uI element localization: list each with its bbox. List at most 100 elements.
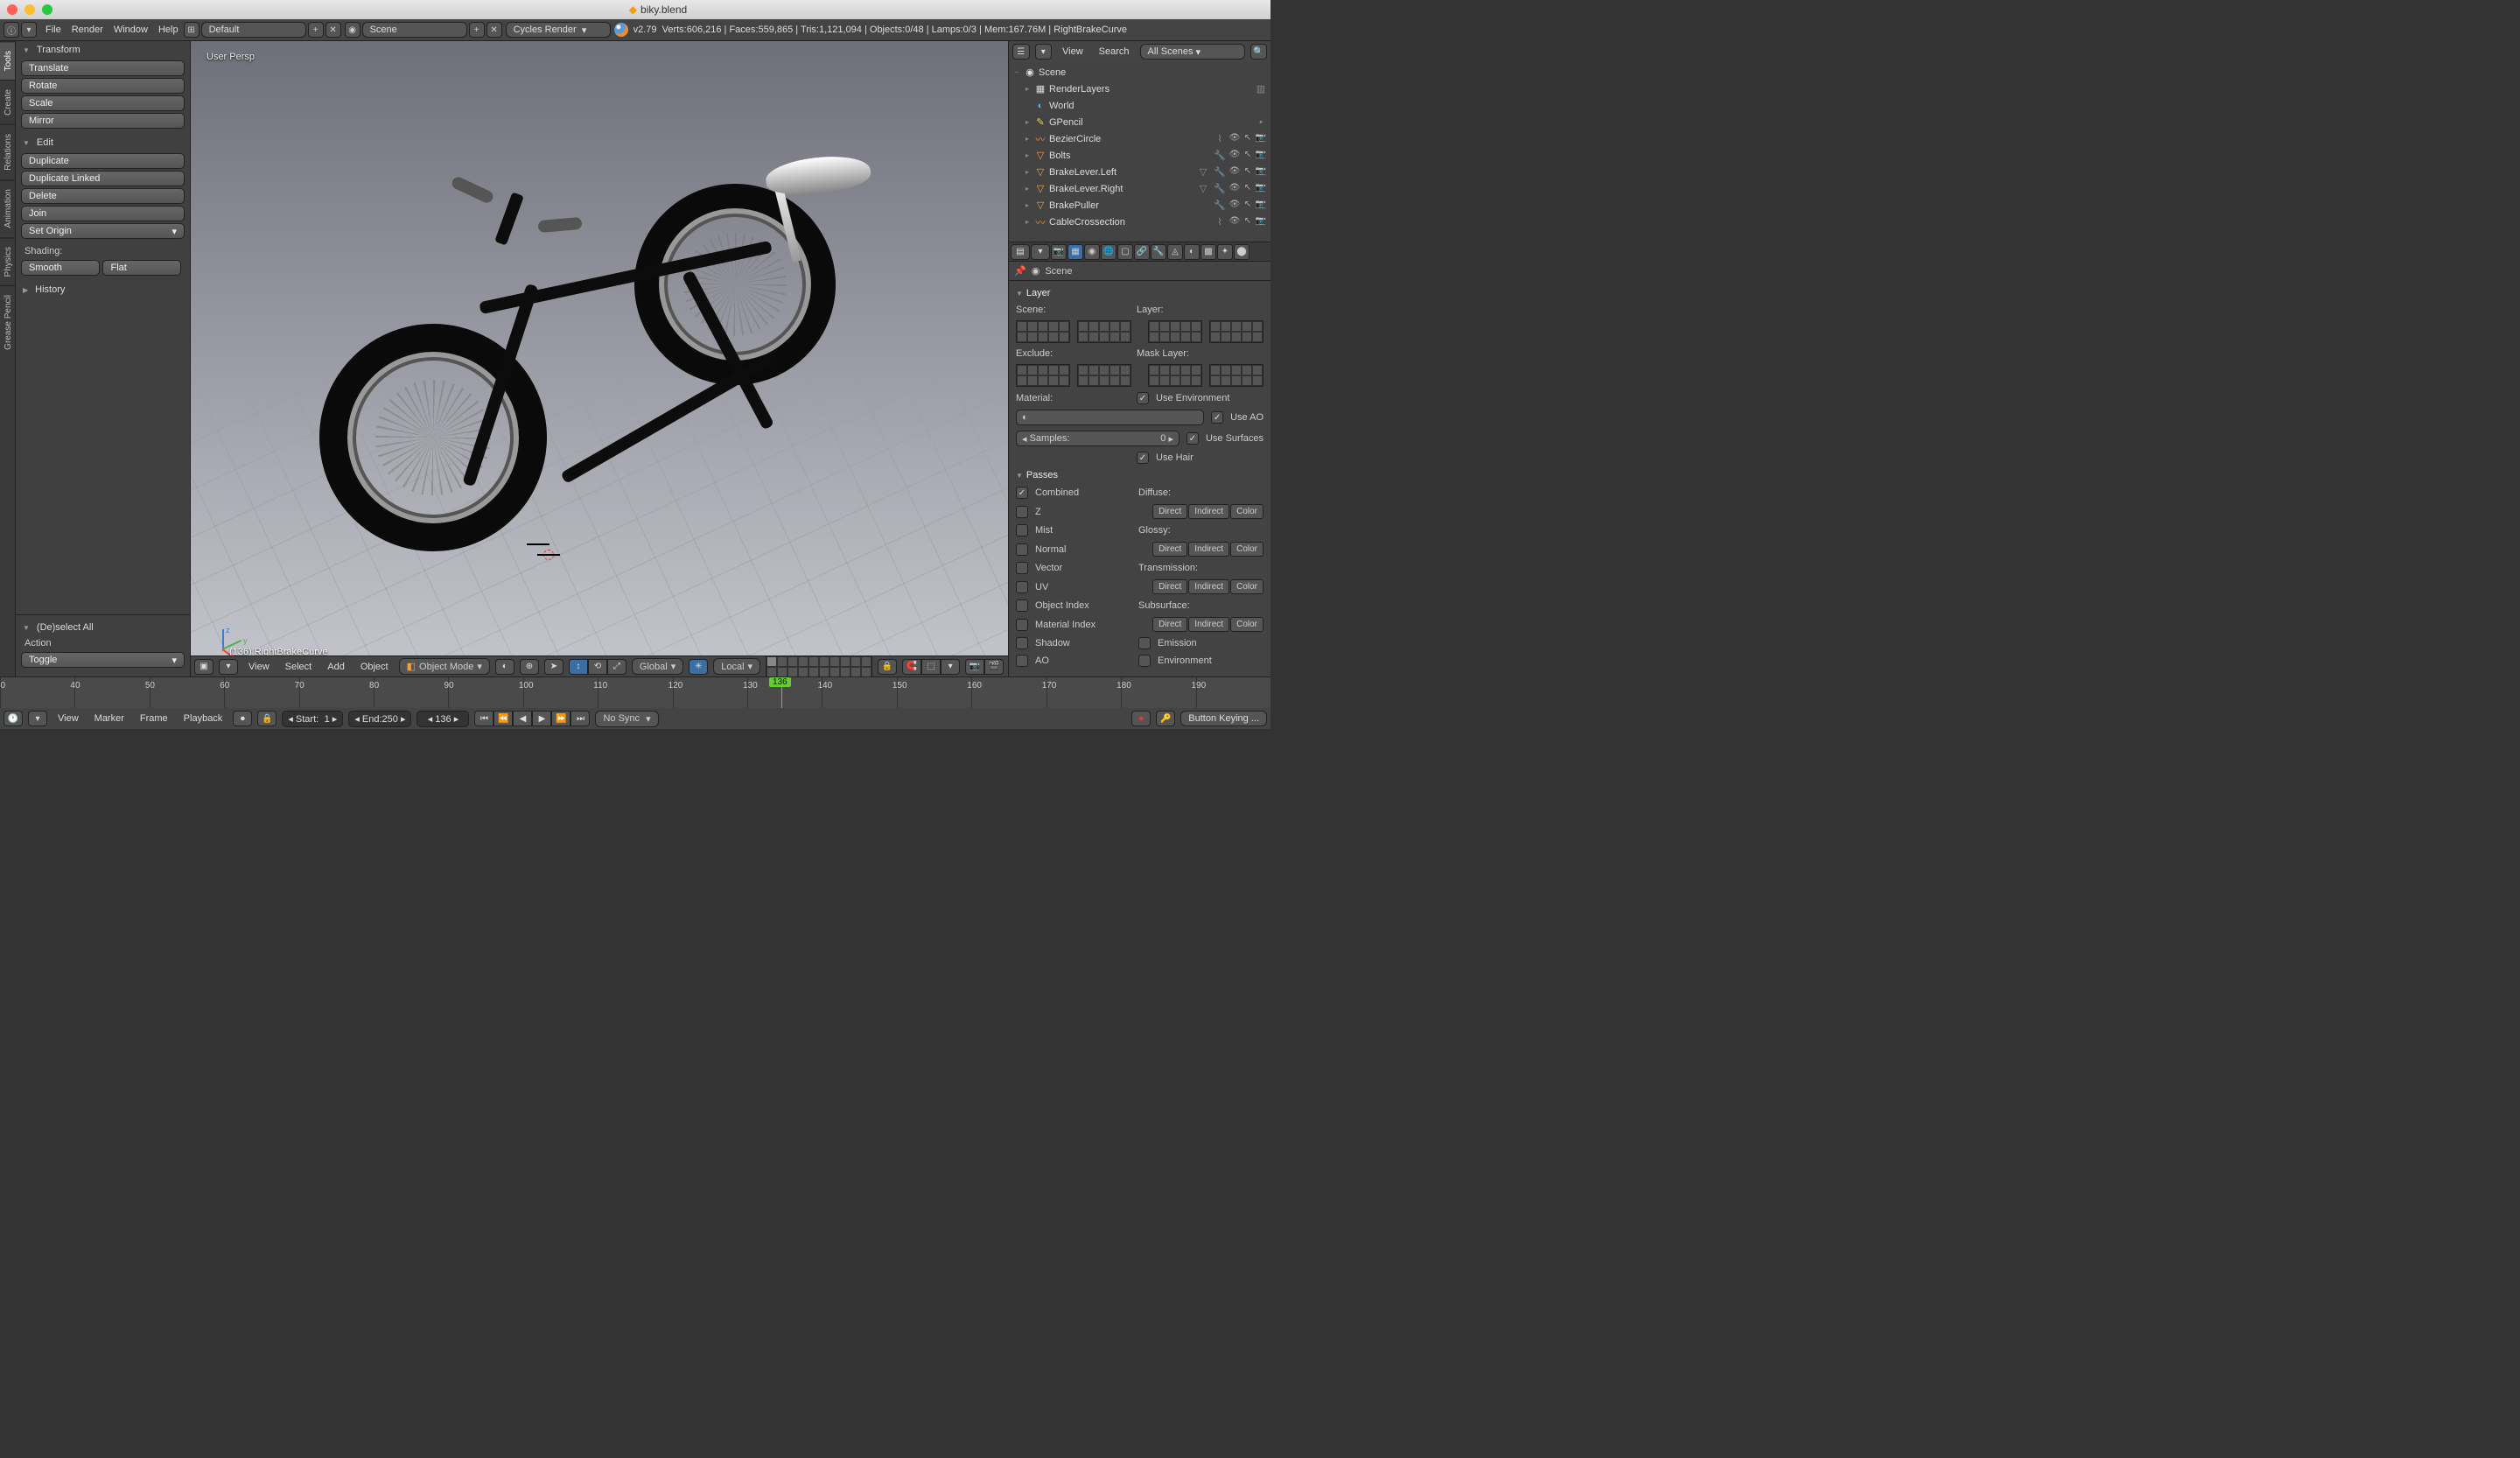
tl-menu-playback[interactable]: Playback xyxy=(178,713,228,724)
scene-dropdown[interactable]: Scene xyxy=(362,22,467,38)
record-icon[interactable]: ⏺ xyxy=(1131,711,1151,726)
transform-orientation-dropdown[interactable]: Global▾ xyxy=(632,658,683,675)
manipulator-toggle-icon[interactable]: ➤ xyxy=(544,659,564,675)
tab-render-icon[interactable]: 📷 xyxy=(1051,244,1067,260)
screen-layout-browse-icon[interactable]: ⊞ xyxy=(184,22,200,38)
object-name[interactable]: Scene xyxy=(1039,67,1267,78)
object-name[interactable]: RenderLayers xyxy=(1049,84,1250,95)
action-toggle-dropdown[interactable]: Toggle▾ xyxy=(21,652,185,668)
start-frame-field[interactable]: ◂ Start:1 ▸ xyxy=(282,711,343,727)
scene-browse-icon[interactable]: ◉ xyxy=(345,22,360,38)
visibility-icon[interactable]: 👁 xyxy=(1228,216,1241,228)
selectable-icon[interactable]: ↖ xyxy=(1242,166,1254,179)
shade-smooth-button[interactable]: Smooth xyxy=(21,260,100,276)
props-editor-type-icon[interactable]: ▤ xyxy=(1011,244,1030,260)
jump-end-icon[interactable]: ⏭ xyxy=(570,711,590,726)
props-collapse-icon[interactable]: ▾ xyxy=(1031,244,1050,260)
visibility-icon[interactable]: 👁 xyxy=(1228,166,1241,179)
vp-menu-view[interactable]: View xyxy=(243,662,275,672)
manip-scale-icon[interactable]: ⤢ xyxy=(607,659,626,675)
pass-checkbox[interactable] xyxy=(1016,655,1028,667)
pass-component-button[interactable]: Color xyxy=(1230,579,1264,594)
sync-mode-dropdown[interactable]: No Sync ▾ xyxy=(595,711,658,727)
tl-menu-marker[interactable]: Marker xyxy=(89,713,130,724)
outliner-row[interactable]: ▸ ▦ RenderLayers ▥ xyxy=(1009,81,1270,97)
screen-layout-dropdown[interactable]: Default xyxy=(201,22,306,38)
viewport-collapse-menus-icon[interactable]: ▾ xyxy=(219,659,238,675)
add-scene-icon[interactable]: + xyxy=(469,22,485,38)
pass-checkbox[interactable] xyxy=(1016,599,1028,612)
object-name[interactable]: BrakeLever.Right xyxy=(1049,184,1193,194)
material-override-field[interactable]: ◐ xyxy=(1016,410,1204,425)
expand-icon[interactable]: ▸ xyxy=(1023,151,1032,159)
outliner-tree[interactable]: − ◉ Scene ▸ ▦ RenderLayers ▥ ◐ World ▸ ✎… xyxy=(1009,62,1270,242)
exclude-grid-b[interactable] xyxy=(1077,364,1131,387)
mask-grid-b[interactable] xyxy=(1209,364,1264,387)
window-controls[interactable] xyxy=(7,4,52,15)
object-name[interactable]: BrakePuller xyxy=(1049,200,1209,211)
pass-component-button[interactable]: Indirect xyxy=(1188,579,1229,594)
renderable-icon[interactable]: 📷 xyxy=(1255,150,1267,162)
object-name[interactable]: Bolts xyxy=(1049,151,1209,161)
tab-data-icon[interactable]: ◬ xyxy=(1167,244,1183,260)
pass-component-button[interactable]: Color xyxy=(1230,542,1264,557)
outliner-search-icon[interactable]: 🔍 xyxy=(1250,44,1268,60)
tab-material-icon[interactable]: ◐ xyxy=(1184,244,1200,260)
editor-type-icon[interactable]: ⓘ xyxy=(4,22,19,38)
expand-icon[interactable]: ▸ xyxy=(1023,85,1032,93)
menu-help[interactable]: Help xyxy=(153,25,184,35)
renderable-icon[interactable]: 📷 xyxy=(1255,216,1267,228)
delete-button[interactable]: Delete xyxy=(21,188,185,204)
scene-layers-grid-b[interactable] xyxy=(1077,320,1131,343)
outliner-row[interactable]: ▸ ▽ BrakeLever.Right ▽ 🔧 👁 ↖ 📷 xyxy=(1009,180,1270,197)
pass-checkbox[interactable] xyxy=(1016,637,1028,649)
scene-layers-grid-a[interactable] xyxy=(1016,320,1070,343)
manip-translate-icon[interactable]: ↕ xyxy=(569,659,588,675)
set-origin-dropdown[interactable]: Set Origin▾ xyxy=(21,223,185,239)
pass-component-button[interactable]: Indirect xyxy=(1188,617,1229,632)
pin-icon[interactable]: 📌 xyxy=(1014,265,1026,277)
add-layout-icon[interactable]: + xyxy=(308,22,324,38)
outliner-row[interactable]: ▸ ▽ BrakeLever.Left ▽ 🔧 👁 ↖ 📷 xyxy=(1009,164,1270,180)
menu-render[interactable]: Render xyxy=(66,25,108,35)
shading-mode-icon[interactable]: ◐ xyxy=(495,659,514,675)
zoom-window-icon[interactable] xyxy=(42,4,52,15)
tab-render-layers-icon[interactable]: ▦ xyxy=(1068,244,1083,260)
pass-component-button[interactable]: Direct xyxy=(1152,617,1187,632)
expand-icon[interactable]: ▸ xyxy=(1023,168,1032,176)
outliner-row[interactable]: ▸ ▽ Bolts 🔧 👁 ↖ 📷 xyxy=(1009,147,1270,164)
delete-layout-icon[interactable]: ✕ xyxy=(326,22,341,38)
close-window-icon[interactable] xyxy=(7,4,18,15)
vtab-relations[interactable]: Relations xyxy=(0,124,15,179)
vtab-create[interactable]: Create xyxy=(0,80,15,124)
keyframe-type-icon[interactable]: 🔒 xyxy=(257,711,276,726)
use-environment-checkbox[interactable] xyxy=(1137,392,1149,404)
panel-history-header[interactable]: History xyxy=(16,281,190,298)
expand-icon[interactable]: − xyxy=(1012,68,1021,76)
object-name[interactable]: BezierCircle xyxy=(1049,134,1209,144)
mirror-button[interactable]: Mirror xyxy=(21,113,185,129)
keyframe-next-icon[interactable]: ⏩ xyxy=(551,711,570,726)
join-button[interactable]: Join xyxy=(21,206,185,221)
duplicate-linked-button[interactable]: Duplicate Linked xyxy=(21,171,185,186)
visibility-icon[interactable]: 👁 xyxy=(1228,133,1241,145)
timeline-ruler[interactable]: 3040506070809010011012013014015016017018… xyxy=(0,677,1270,708)
passes-panel-header[interactable]: Passes xyxy=(1016,466,1264,484)
timeline-collapse-icon[interactable]: ▾ xyxy=(28,711,47,726)
keyframe-prev-icon[interactable]: ⏪ xyxy=(494,711,513,726)
snap-toggle-icon[interactable]: 🧲 xyxy=(902,659,921,675)
use-surfaces-checkbox[interactable] xyxy=(1186,432,1199,445)
use-ao-checkbox[interactable] xyxy=(1211,411,1223,424)
selectable-icon[interactable]: ↖ xyxy=(1242,133,1254,145)
selectable-icon[interactable]: ↖ xyxy=(1242,183,1254,195)
snap-target-icon[interactable]: ▾ xyxy=(941,659,960,675)
tl-menu-frame[interactable]: Frame xyxy=(135,713,173,724)
renderable-icon[interactable]: 📷 xyxy=(1255,166,1267,179)
snap-element-icon[interactable]: ⬚ xyxy=(921,659,941,675)
vp-menu-select[interactable]: Select xyxy=(280,662,318,672)
pass-component-button[interactable]: Color xyxy=(1230,617,1264,632)
renderable-icon[interactable]: 📷 xyxy=(1255,133,1267,145)
current-frame-indicator[interactable]: 136 xyxy=(781,677,782,708)
end-frame-field[interactable]: ◂ End:250 ▸ xyxy=(348,711,411,727)
visibility-icon[interactable]: 👁 xyxy=(1228,200,1241,212)
